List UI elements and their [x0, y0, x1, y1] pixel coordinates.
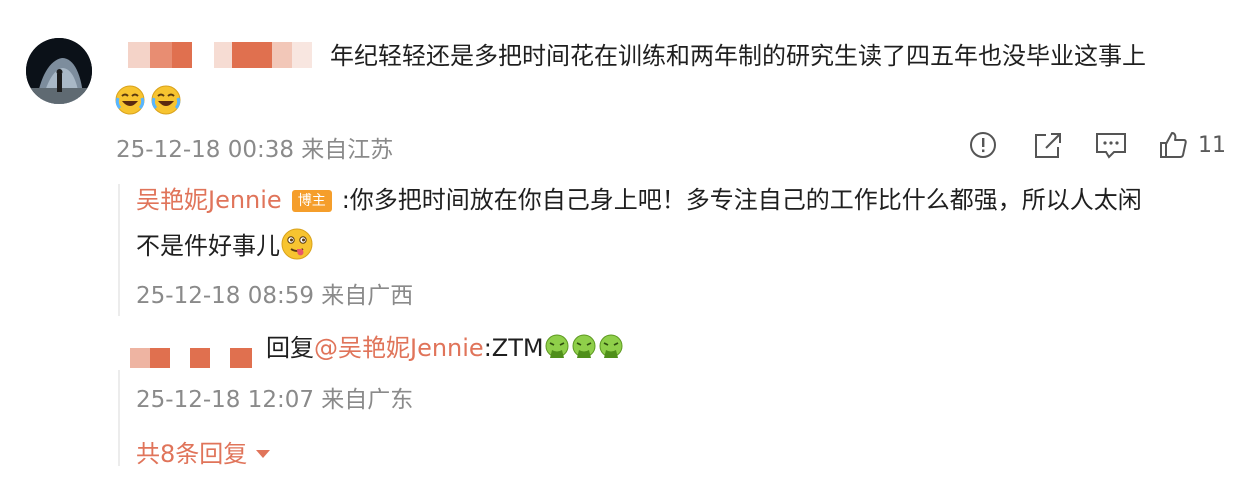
- comment-action-bar: 11: [960, 128, 1230, 162]
- reply-thread-line: [118, 184, 120, 316]
- reply-text: :你多把时间放在你自己身上吧！多专注自己的工作比什么都强，所以人太闲: [341, 186, 1142, 214]
- avatar-image: [26, 38, 92, 104]
- reply-thread-line: [118, 370, 120, 466]
- reply-2-timestamp: 25-12-18 12:07 来自广东: [136, 387, 414, 413]
- vomit-emoji: [599, 334, 623, 358]
- replier-name-redacted[interactable]: [130, 348, 260, 368]
- reply-text: :ZTM: [483, 334, 544, 362]
- comment-icon: [1096, 133, 1126, 159]
- reply-1-line1: 吴艳妮Jennie 博主 :你多把时间放在你自己身上吧！多专注自己的工作比什么都强，…: [136, 180, 1142, 220]
- blogger-badge: 博主: [291, 190, 332, 212]
- comment-timestamp: 25-12-18 00:38 来自江苏: [116, 137, 394, 163]
- share-icon: [1035, 133, 1061, 158]
- reply-prefix: 回复: [266, 334, 314, 362]
- reply-author[interactable]: 吴艳妮Jennie: [136, 186, 282, 214]
- report-button[interactable]: [968, 128, 998, 162]
- reply-mention[interactable]: @吴艳妮Jennie: [314, 334, 484, 362]
- caret-down-icon: [255, 450, 270, 458]
- vomit-emoji: [545, 334, 569, 358]
- reply-2-line: 回复@吴艳妮Jennie:ZTM: [266, 328, 625, 368]
- reply-text: 不是件好事儿: [136, 232, 280, 260]
- laughing-crying-emoji: [115, 85, 145, 115]
- like-button[interactable]: 11: [1158, 128, 1226, 162]
- avatar[interactable]: [26, 38, 92, 104]
- share-button[interactable]: [1032, 128, 1064, 162]
- like-count: 11: [1198, 132, 1226, 158]
- more-replies-link[interactable]: 共8条回复: [136, 434, 271, 469]
- vomit-emoji: [572, 334, 596, 358]
- comment-text: 年纪轻轻还是多把时间花在训练和两年制的研究生读了四五年也没毕业这事上: [330, 42, 1146, 70]
- more-replies-label: 共8条回复: [136, 440, 248, 468]
- exclamation-circle-icon: [970, 132, 996, 158]
- comment-button[interactable]: [1094, 128, 1128, 162]
- reply-1-line2: 不是件好事儿: [136, 226, 314, 266]
- reply-1-timestamp: 25-12-18 08:59 来自广西: [136, 283, 414, 309]
- thumbs-up-icon: [1160, 132, 1187, 158]
- tongue-out-emoji: [281, 228, 313, 260]
- commenter-name-redacted[interactable]: [128, 42, 318, 68]
- laughing-crying-emoji: [151, 85, 181, 115]
